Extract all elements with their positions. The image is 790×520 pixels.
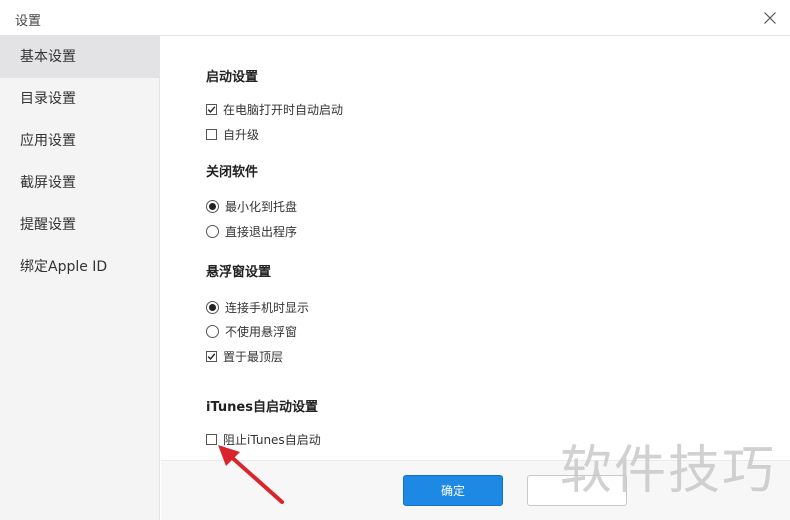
title-bar: 设置 xyxy=(0,0,790,36)
radio-selected-dot xyxy=(209,202,216,210)
self-upgrade-checkbox[interactable] xyxy=(206,128,217,140)
settings-sidebar: 基本设置 目录设置 应用设置 截屏设置 提醒设置 绑定Apple ID xyxy=(0,36,160,520)
sidebar-item-directory[interactable]: 目录设置 xyxy=(0,78,159,120)
radio-selected-dot xyxy=(209,303,216,311)
always-on-top-checkbox[interactable] xyxy=(206,350,217,362)
checkmark-icon xyxy=(207,105,216,113)
option-show-on-connect[interactable]: 连接手机时显示 xyxy=(206,298,309,316)
confirm-button[interactable]: 确定 xyxy=(403,475,503,506)
red-arrow-annotation xyxy=(218,445,284,504)
section-title-itunes: iTunes自启动设置 xyxy=(206,400,318,415)
checkmark-icon xyxy=(207,352,216,360)
section-title-floating: 悬浮窗设置 xyxy=(206,265,272,280)
settings-content: 启动设置 在电脑打开时自动启动 自升级 关闭软件 最小化到托盘 直接退出程序 悬… xyxy=(161,36,790,460)
option-auto-start[interactable]: 在电脑打开时自动启动 xyxy=(206,100,343,118)
option-always-on-top[interactable]: 置于最顶层 xyxy=(206,347,283,365)
option-no-floating[interactable]: 不使用悬浮窗 xyxy=(206,322,297,340)
auto-start-label: 在电脑打开时自动启动 xyxy=(223,102,344,117)
minimize-tray-radio[interactable] xyxy=(206,199,219,213)
show-on-connect-label: 连接手机时显示 xyxy=(225,300,310,315)
option-exit-directly[interactable]: 直接退出程序 xyxy=(206,222,297,240)
watermark-text: 软件技巧 xyxy=(560,441,777,501)
self-upgrade-label: 自升级 xyxy=(223,127,260,142)
sidebar-item-basic[interactable]: 基本设置 xyxy=(0,36,159,78)
window-title: 设置 xyxy=(15,14,42,29)
exit-directly-label: 直接退出程序 xyxy=(225,224,298,239)
always-on-top-label: 置于最顶层 xyxy=(223,349,284,364)
option-self-upgrade[interactable]: 自升级 xyxy=(206,125,259,143)
minimize-tray-label: 最小化到托盘 xyxy=(225,199,298,214)
close-button[interactable] xyxy=(758,6,782,30)
sidebar-item-reminder[interactable]: 提醒设置 xyxy=(0,204,159,246)
sidebar-item-screenshot[interactable]: 截屏设置 xyxy=(0,162,159,204)
close-icon xyxy=(764,12,776,24)
settings-window: 设置 基本设置 目录设置 应用设置 截屏设置 提醒设置 绑定Apple ID 启… xyxy=(0,0,790,520)
section-title-close: 关闭软件 xyxy=(206,165,259,180)
section-title-startup: 启动设置 xyxy=(206,70,259,85)
no-floating-radio[interactable] xyxy=(206,324,219,338)
exit-directly-radio[interactable] xyxy=(206,224,219,238)
sidebar-item-apple-id[interactable]: 绑定Apple ID xyxy=(0,246,159,288)
sidebar-item-apps[interactable]: 应用设置 xyxy=(0,120,159,162)
show-on-connect-radio[interactable] xyxy=(206,300,219,314)
no-floating-label: 不使用悬浮窗 xyxy=(225,324,298,339)
option-minimize-tray[interactable]: 最小化到托盘 xyxy=(206,197,297,215)
auto-start-checkbox[interactable] xyxy=(206,103,217,115)
